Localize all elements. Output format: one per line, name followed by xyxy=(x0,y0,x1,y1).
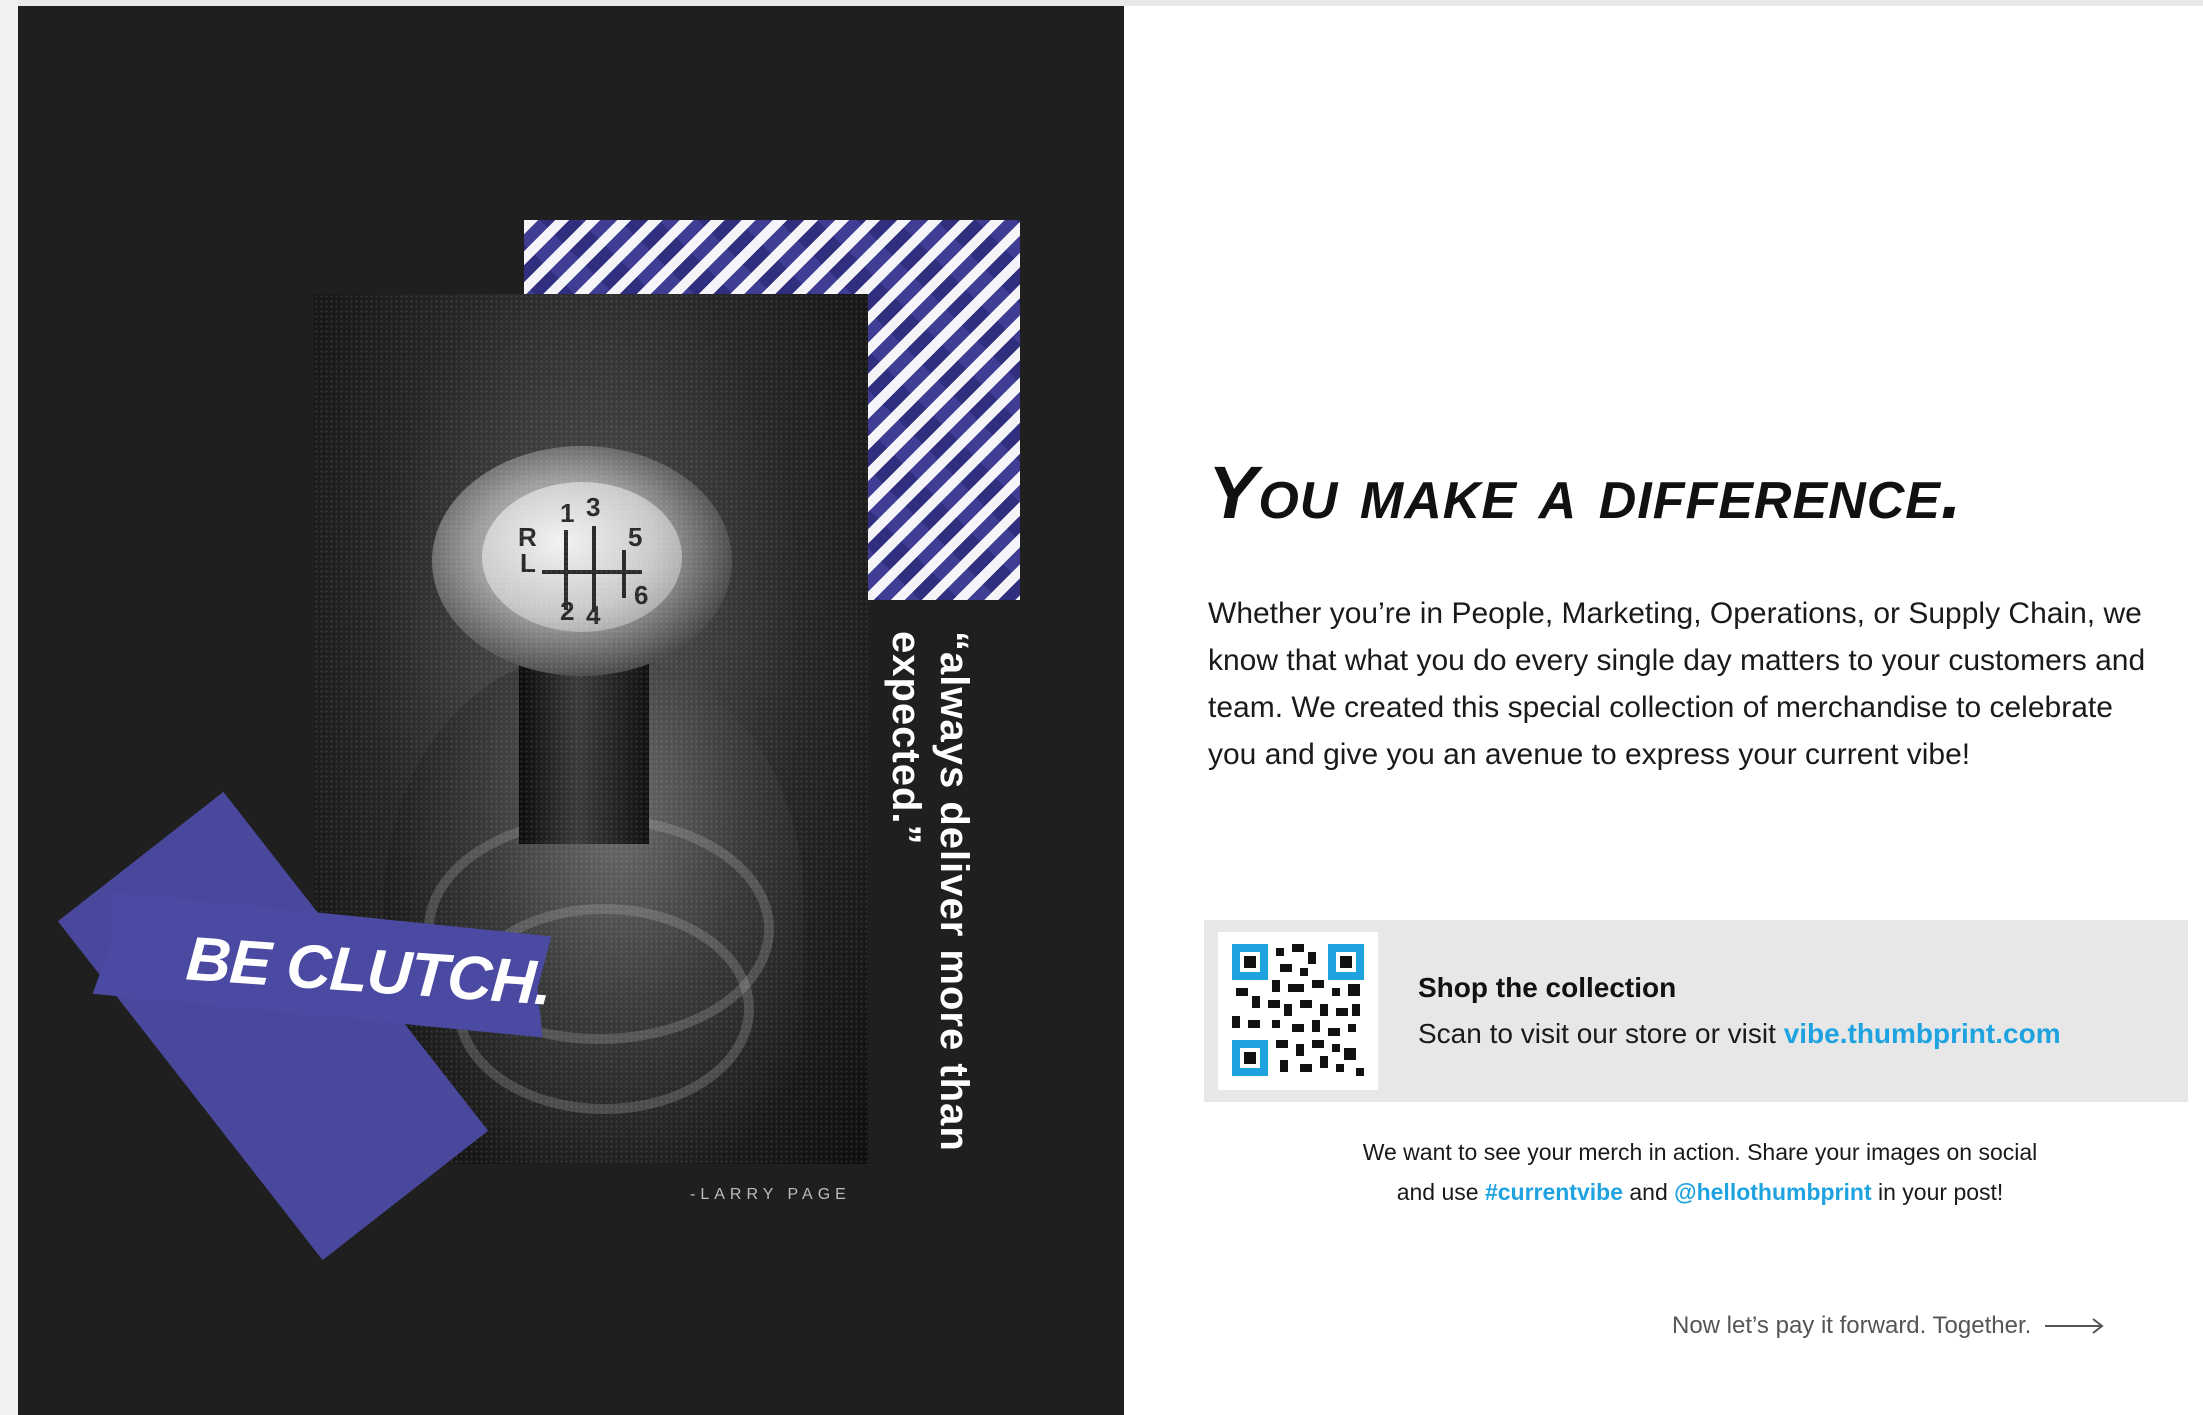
quote-text: “always deliver more than expected.” xyxy=(884,631,976,1152)
store-link[interactable]: vibe.thumbprint.com xyxy=(1784,1018,2061,1049)
qr-code[interactable] xyxy=(1218,932,1378,1090)
gear-label: 5 xyxy=(628,522,643,552)
gear-label: 6 xyxy=(634,580,649,610)
share-and: and xyxy=(1623,1179,1675,1205)
gear-label: R xyxy=(518,522,537,552)
shift-pattern-line xyxy=(542,570,642,574)
forward-text: Now let’s pay it forward. Together. xyxy=(1672,1312,2032,1339)
shift-pattern-line xyxy=(622,550,626,598)
shift-pattern-line xyxy=(592,526,596,612)
body-copy: Whether you’re in People, Marketing, Ope… xyxy=(1208,597,2146,771)
shifter-knob: 1 3 5 R L 6 2 4 xyxy=(432,446,732,676)
share-suffix: in your post! xyxy=(1871,1179,2004,1205)
share-line-2: and use #currentvibe and @hellothumbprin… xyxy=(1250,1172,2150,1212)
qr-code-icon xyxy=(1232,944,1364,1076)
gear-label: 3 xyxy=(586,492,601,522)
gear-label: 1 xyxy=(560,498,575,528)
hashtag-link[interactable]: #currentvibe xyxy=(1485,1179,1623,1205)
share-line-1: We want to see your merch in action. Sha… xyxy=(1362,1139,2038,1165)
shifter-shaft xyxy=(519,594,649,844)
left-gutter xyxy=(0,0,18,1415)
scan-text: Scan to visit our store or visit xyxy=(1418,1018,1784,1049)
gear-label: 2 xyxy=(560,596,575,626)
knob-face: 1 3 5 R L 6 2 4 xyxy=(482,482,682,632)
headline: You make a difference. xyxy=(1208,451,1963,534)
forward-message: Now let’s pay it forward. Together. xyxy=(1672,1312,2105,1340)
quote-attribution: -LARRY PAGE xyxy=(690,1186,851,1203)
shift-pattern-line xyxy=(564,530,568,610)
shop-title: Shop the collection xyxy=(1418,972,1677,1003)
gear-label: 4 xyxy=(586,600,601,630)
gear-label: L xyxy=(520,548,536,578)
shop-scan-line: Scan to visit our store or visit vibe.th… xyxy=(1418,1018,2061,1050)
shop-callout: Shop the collection Scan to visit our st… xyxy=(1204,920,2188,1102)
share-message: We want to see your merch in action. Sha… xyxy=(1250,1132,2150,1212)
handle-link[interactable]: @hellothumbprint xyxy=(1674,1179,1871,1205)
left-panel: 1 3 5 R L 6 2 4 BE CLUTCH. “always deliv… xyxy=(18,6,1124,1415)
arrow-right-icon xyxy=(2045,1316,2105,1336)
share-prefix: and use xyxy=(1396,1179,1485,1205)
